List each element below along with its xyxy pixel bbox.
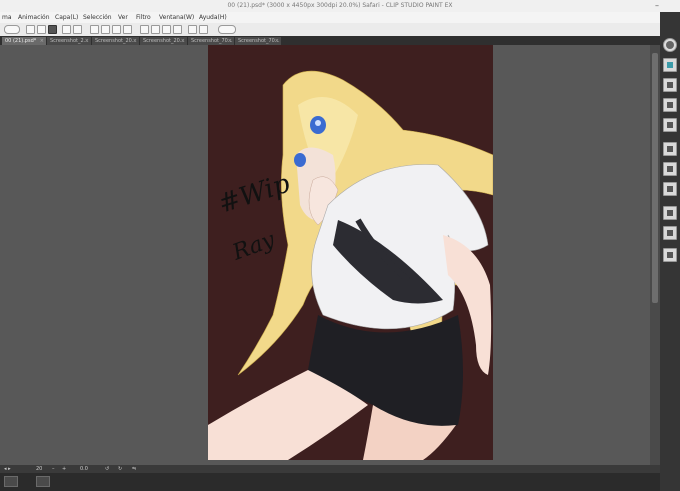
fill-icon[interactable]	[112, 25, 121, 34]
save-icon[interactable]	[48, 25, 57, 34]
canvas-artwork[interactable]: #Wip Ray	[208, 45, 493, 460]
hand-icon[interactable]: ◂ ▸	[4, 466, 11, 472]
tab-screenshot[interactable]: Screenshot_20... ×	[92, 37, 139, 45]
menu-item-window[interactable]: Ventana(W)	[159, 14, 194, 21]
invert-selection-icon[interactable]	[162, 25, 171, 34]
layer-icon[interactable]	[663, 118, 677, 132]
menu-item-filter[interactable]: Filtro	[136, 14, 151, 21]
menu-item-selection[interactable]: Selección	[83, 14, 112, 21]
menu-item-view[interactable]: Ver	[118, 14, 128, 21]
layer-icon[interactable]	[663, 162, 677, 176]
new-file-icon[interactable]	[26, 25, 35, 34]
command-toolbar	[0, 23, 660, 37]
move-icon[interactable]	[101, 25, 110, 34]
layer-icon[interactable]	[663, 142, 677, 156]
layer-icon[interactable]	[663, 206, 677, 220]
rotate-right-icon[interactable]: ↻	[118, 466, 122, 472]
vertical-scrollbar[interactable]	[650, 45, 660, 465]
layer-icon[interactable]	[663, 226, 677, 240]
scrollbar-thumb[interactable]	[652, 53, 658, 303]
redo-icon[interactable]	[73, 25, 82, 34]
snap-icon[interactable]	[199, 25, 208, 34]
layer-icon[interactable]	[663, 182, 677, 196]
ruler-icon[interactable]	[188, 25, 197, 34]
deselect-icon[interactable]	[151, 25, 160, 34]
tab-screenshot[interactable]: Screenshot_70... ×	[188, 37, 234, 45]
bottom-bar	[0, 473, 660, 491]
minimize-button[interactable]: –	[650, 1, 664, 11]
status-bar: ◂ ▸ 20 – + 0.0 ↺ ↻ ⇋	[0, 465, 660, 473]
tab-screenshot[interactable]: Screenshot_2... ×	[47, 37, 91, 45]
document-tabs: 00 (21).psd* × Screenshot_2... × Screensho…	[0, 36, 660, 45]
close-icon[interactable]: ×	[181, 37, 185, 45]
close-icon[interactable]: ×	[85, 37, 89, 45]
right-panel-strip	[660, 12, 680, 491]
navigator-icon[interactable]	[663, 38, 677, 52]
clip-studio-icon[interactable]	[218, 25, 236, 34]
tab-label: Screenshot_2...	[50, 38, 89, 44]
wip-text: #Wip	[215, 168, 294, 219]
rotation-value[interactable]: 0.0	[80, 466, 88, 472]
close-icon[interactable]	[663, 58, 677, 72]
open-file-icon[interactable]	[37, 25, 46, 34]
clear-icon[interactable]	[123, 25, 132, 34]
illustration: #Wip Ray	[208, 70, 493, 460]
tab-label: Screenshot_70...	[191, 38, 233, 44]
eye-icon[interactable]	[4, 25, 20, 34]
record-icon[interactable]	[4, 476, 18, 487]
tab-label: Screenshot_70...	[238, 38, 280, 44]
undo-icon[interactable]	[62, 25, 71, 34]
flip-icon[interactable]: ⇋	[132, 466, 136, 472]
crop-icon[interactable]	[173, 25, 182, 34]
close-icon[interactable]: ×	[275, 37, 279, 45]
tab-screenshot[interactable]: Screenshot_20... ×	[140, 37, 187, 45]
layer-icon[interactable]	[663, 248, 677, 262]
close-icon[interactable]: ×	[228, 37, 232, 45]
tab-label: Screenshot_20...	[95, 38, 137, 44]
title-bar: 00 (21).psd* (3000 x 4450px 300dpi 20.0%…	[0, 0, 680, 12]
rotate-left-icon[interactable]: ↺	[105, 466, 109, 472]
signature-text: Ray	[229, 227, 279, 266]
menu-item-animation[interactable]: Animación	[18, 14, 50, 21]
zoom-out-icon[interactable]: –	[52, 466, 55, 472]
timelapse-icon[interactable]	[36, 476, 50, 487]
select-all-icon[interactable]	[140, 25, 149, 34]
menu-item-file[interactable]: ma	[2, 14, 12, 21]
menu-item-help[interactable]: Ayuda(H)	[199, 14, 227, 21]
menu-item-layer[interactable]: Capa(L)	[55, 14, 78, 21]
tab-label: Screenshot_20...	[143, 38, 185, 44]
tab-label: 00 (21).psd*	[5, 38, 37, 44]
close-icon[interactable]: ×	[40, 37, 44, 45]
tab-screenshot[interactable]: Screenshot_70... ×	[235, 37, 281, 45]
zoom-value[interactable]: 20	[36, 466, 42, 472]
layer-icon[interactable]	[663, 78, 677, 92]
tab-document[interactable]: 00 (21).psd* ×	[2, 37, 46, 45]
transform-icon[interactable]	[90, 25, 99, 34]
close-icon[interactable]: ×	[133, 37, 137, 45]
window-title: 00 (21).psd* (3000 x 4450px 300dpi 20.0%…	[227, 2, 453, 9]
layer-icon[interactable]	[663, 98, 677, 112]
zoom-in-icon[interactable]: +	[62, 466, 66, 472]
